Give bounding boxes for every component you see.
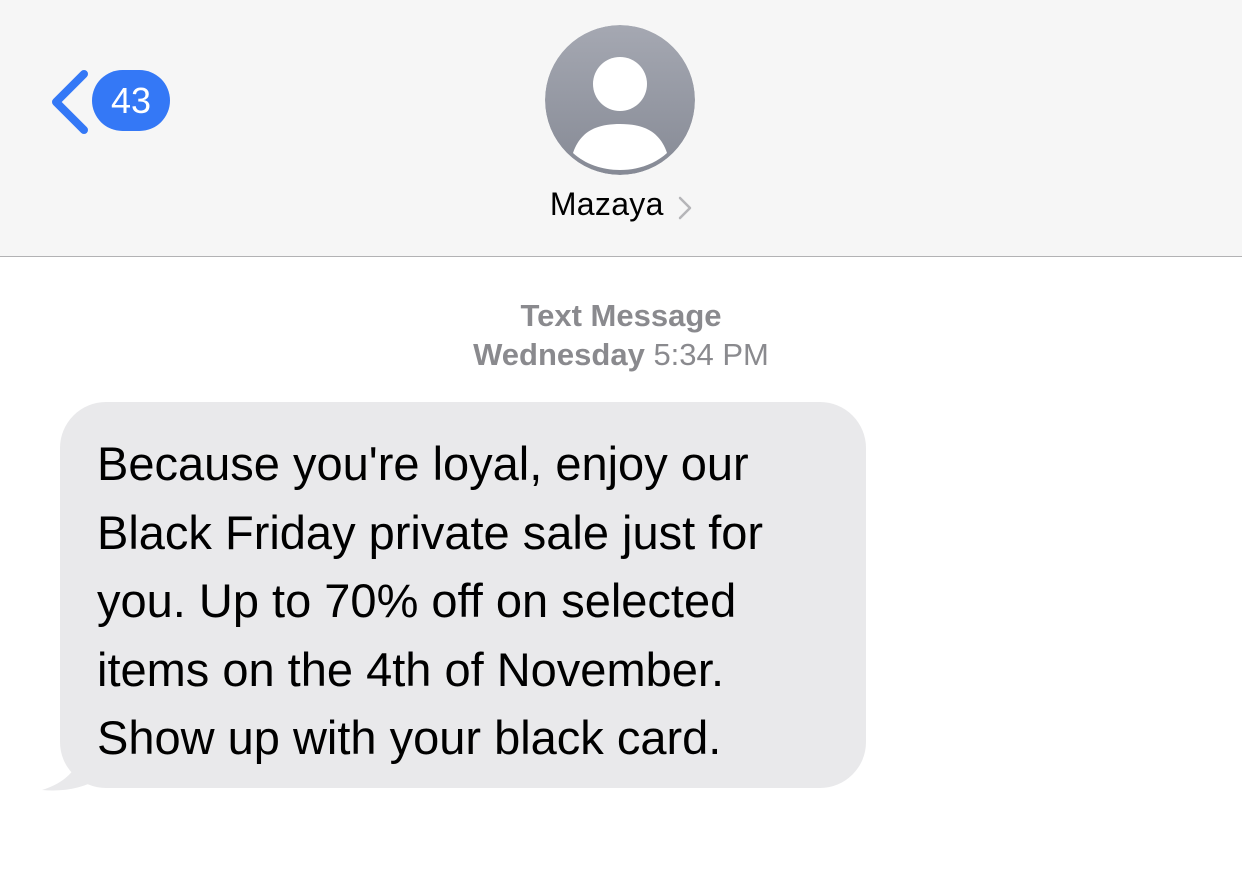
message-timestamp: Wednesday 5:34 PM: [0, 335, 1242, 374]
contact-name-button[interactable]: Mazaya: [0, 186, 1242, 223]
person-placeholder-icon: [545, 25, 695, 175]
message-text: Because you're loyal, enjoy our Black Fr…: [97, 437, 764, 764]
message-service-label: Text Message: [520, 298, 722, 333]
back-button[interactable]: 43: [44, 66, 184, 136]
message-timestamp-header: Text Message Wednesday 5:34 PM: [0, 296, 1242, 374]
avatar[interactable]: [545, 25, 695, 175]
contact-name: Mazaya: [549, 186, 664, 222]
timestamp-time: 5:34 PM: [653, 337, 769, 372]
timestamp-day: Wednesday: [473, 337, 645, 372]
chevron-right-icon: [678, 196, 692, 220]
chevron-left-icon: [52, 70, 88, 134]
incoming-message[interactable]: Because you're loyal, enjoy our Black Fr…: [42, 402, 872, 792]
unread-count-badge: 43: [92, 70, 170, 131]
message-bubble: Because you're loyal, enjoy our Black Fr…: [60, 402, 866, 788]
conversation-header: 43 Mazaya: [0, 0, 1242, 257]
